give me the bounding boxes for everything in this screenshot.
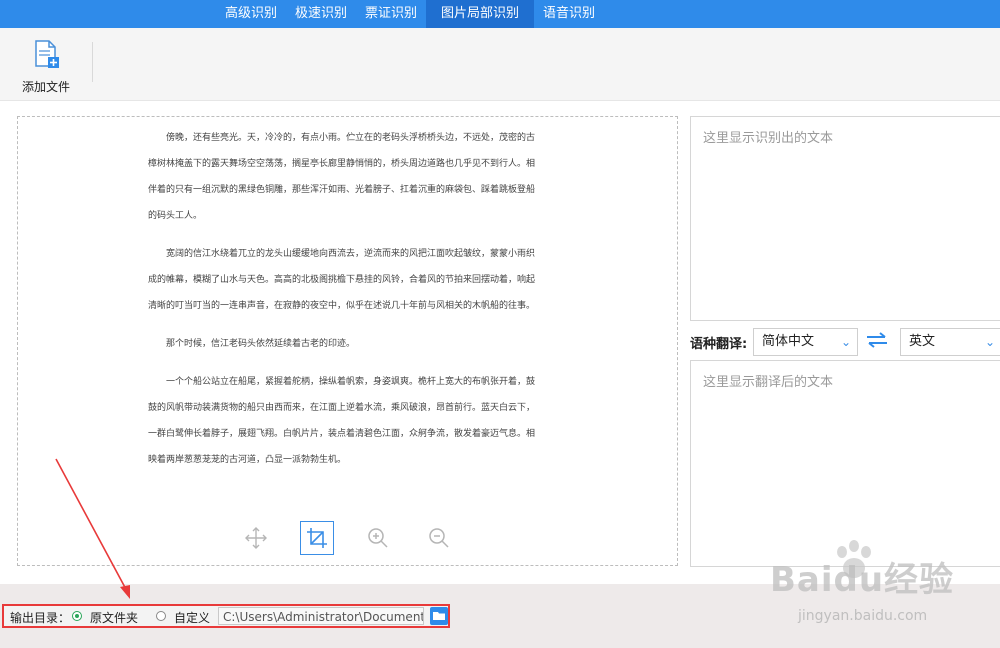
original-folder-label[interactable]: 原文件夹	[90, 609, 138, 626]
translation-label: 语种翻译:	[690, 337, 748, 352]
document-paragraph: 宽阔的信江水绕着兀立的龙头山缓缓地向西流去，逆流而来的风把江面吹起皱纹，蒙蒙小雨…	[148, 249, 536, 311]
translation-language-row: 语种翻译: 简体中文 ⌄ 英文 ⌄	[690, 328, 1000, 356]
document-text: 傍晚，还有些亮光。天，冷冷的，有点小雨。伫立在的老码头浮桥桥头边，不远处，茂密的…	[148, 125, 543, 485]
tab-advanced-ocr[interactable]: 高级识别	[216, 0, 286, 28]
move-tool-button[interactable]	[239, 521, 273, 555]
target-language-value: 英文	[909, 334, 936, 349]
translation-result-panel	[690, 360, 1000, 567]
watermark-text: Baidu经验	[770, 560, 955, 600]
radio-original-folder[interactable]	[72, 611, 82, 621]
custom-folder-label[interactable]: 自定义	[174, 609, 210, 626]
tab-speech-recognition[interactable]: 语音识别	[534, 0, 604, 28]
crop-icon	[307, 528, 327, 548]
ocr-result-textarea[interactable]	[691, 117, 1000, 317]
tab-fast-ocr[interactable]: 极速识别	[286, 0, 356, 28]
move-icon	[245, 527, 267, 549]
output-directory-label: 输出目录：	[10, 611, 71, 625]
document-paragraph: 一个个船公站立在船尾，紧握着舵柄，操纵着帆索，身姿飒爽。桅杆上宽大的布帆张开着，…	[148, 377, 536, 465]
document-paragraph: 傍晚，还有些亮光。天，冷冷的，有点小雨。伫立在的老码头浮桥桥头边，不远处，茂密的…	[148, 133, 536, 221]
toolbar-divider	[92, 42, 93, 82]
tab-ticket-ocr[interactable]: 票证识别	[356, 0, 426, 28]
add-file-label: 添加文件	[21, 80, 70, 94]
chevron-down-icon: ⌄	[840, 335, 851, 349]
chevron-down-icon: ⌄	[984, 335, 995, 349]
zoom-out-button[interactable]	[422, 521, 456, 555]
document-paragraph: 那个时候，信江老码头依然延续着古老的印迹。	[166, 339, 356, 349]
zoom-in-icon	[368, 528, 388, 548]
top-nav: 高级识别 极速识别 票证识别 图片局部识别 语音识别	[0, 0, 1000, 28]
toolbar: 添加文件	[0, 28, 1000, 101]
folder-icon	[433, 612, 445, 620]
source-language-value: 简体中文	[762, 334, 815, 349]
swap-languages-button[interactable]	[866, 331, 888, 353]
source-language-select[interactable]: 简体中文 ⌄	[753, 328, 858, 356]
add-file-icon	[35, 40, 59, 68]
swap-icon	[867, 332, 887, 348]
radio-custom-folder[interactable]	[156, 611, 166, 621]
zoom-out-icon	[429, 528, 449, 548]
browse-folder-button[interactable]	[430, 607, 448, 625]
tab-partial-image-ocr[interactable]: 图片局部识别	[426, 0, 534, 28]
target-language-select[interactable]: 英文 ⌄	[900, 328, 1000, 356]
output-directory-row: 输出目录： 原文件夹 自定义 C:\Users\Administrator\Do…	[2, 604, 450, 628]
crop-tool-button[interactable]	[300, 521, 334, 555]
watermark-url: jingyan.baidu.com	[798, 608, 928, 624]
annotation-arrow	[55, 458, 130, 599]
output-path-field[interactable]: C:\Users\Administrator\Documents	[218, 607, 424, 625]
add-file-button[interactable]: 添加文件	[16, 38, 76, 94]
zoom-in-button[interactable]	[361, 521, 395, 555]
translation-result-textarea[interactable]	[691, 361, 1000, 561]
ocr-result-panel	[690, 116, 1000, 321]
baidu-jingyan-watermark: Baidu经验 jingyan.baidu.com	[770, 540, 995, 640]
